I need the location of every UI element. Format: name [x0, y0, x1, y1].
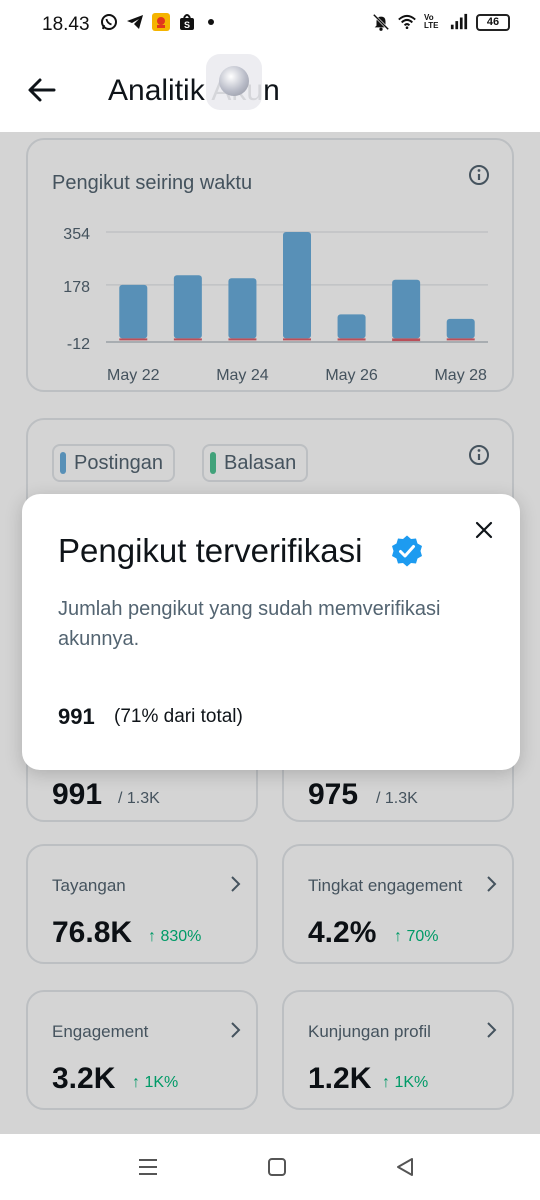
- verified-percent: (71% dari total): [114, 706, 243, 727]
- status-system-icons: Vo LTE 46: [372, 13, 510, 31]
- system-nav-bar: [0, 1134, 540, 1200]
- dialog-description: Jumlah pengikut yang sudah memverifikasi…: [58, 598, 441, 650]
- status-notification-icons: S: [100, 13, 222, 31]
- wifi-icon: [398, 13, 416, 31]
- status-bar: 18.43 S Vo LTE 46: [0, 0, 540, 48]
- close-icon: [475, 521, 493, 539]
- telegram-icon: [126, 13, 144, 31]
- shopee-icon: S: [178, 13, 196, 31]
- verified-followers-dialog: Pengikut terverifikasi Jumlah pengikut y…: [22, 494, 520, 770]
- floating-assistant-bubble[interactable]: [206, 54, 262, 110]
- close-button[interactable]: [470, 516, 498, 544]
- mute-icon: [372, 13, 390, 31]
- assistant-orb-icon: [219, 66, 249, 96]
- battery-indicator: 46: [476, 13, 510, 31]
- arrow-left-icon: [28, 78, 56, 102]
- verified-badge-icon: [392, 535, 422, 567]
- whatsapp-icon: [100, 13, 118, 31]
- svg-text:S: S: [184, 20, 190, 30]
- volte-icon: Vo LTE: [424, 13, 439, 30]
- dialog-title: Pengikut terverifikasi: [58, 532, 363, 569]
- verified-count: 991: [58, 704, 95, 729]
- dot-icon: [204, 13, 222, 31]
- menu-icon[interactable]: [135, 1154, 161, 1180]
- home-square-icon[interactable]: [264, 1154, 290, 1180]
- status-time: 18.43: [42, 14, 90, 35]
- signal-icon: [450, 13, 468, 31]
- app-icon: [152, 13, 170, 31]
- back-button[interactable]: [24, 72, 60, 108]
- app-header: Analitik Akun: [0, 48, 540, 132]
- back-triangle-icon[interactable]: [392, 1154, 418, 1180]
